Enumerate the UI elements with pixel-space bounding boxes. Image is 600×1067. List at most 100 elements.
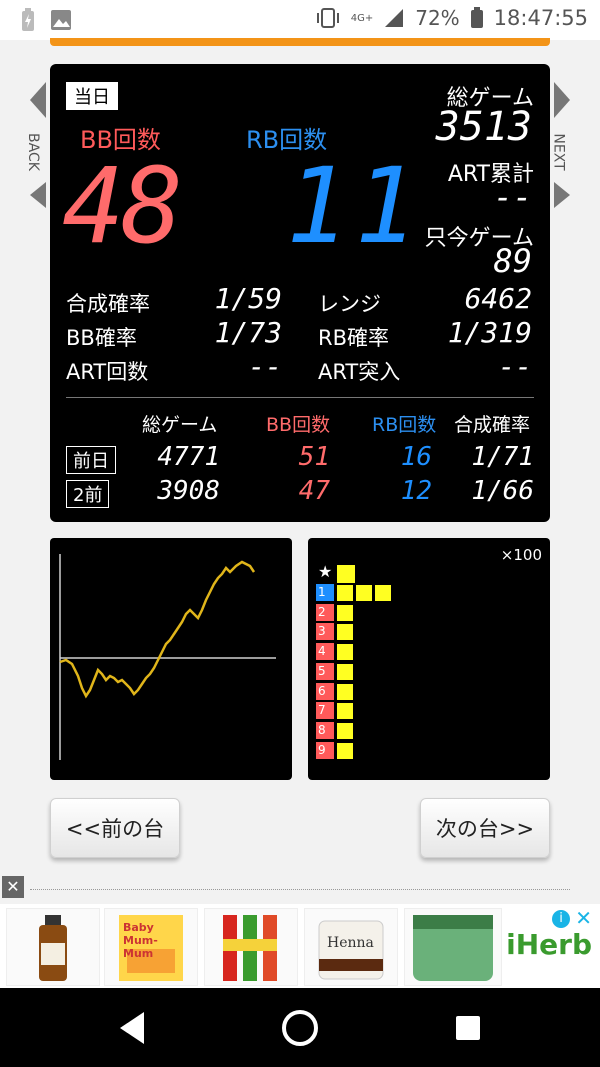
- bb-count: 48: [62, 145, 183, 267]
- history-bb: 47: [298, 476, 330, 506]
- data-panel: 当日 BB回数 RB回数 48 11 総ゲーム 3513 ART累計 -- 只今…: [50, 64, 550, 522]
- distribution-row-label: 5: [316, 662, 334, 680]
- image-icon: [51, 10, 71, 30]
- distribution-row-label: 6: [316, 682, 334, 700]
- recents-icon[interactable]: [448, 1008, 488, 1048]
- next-label: NEXT: [550, 133, 567, 171]
- battery-charging-icon: [22, 8, 34, 31]
- ad-product-oil[interactable]: [6, 908, 100, 986]
- distribution-block: [336, 643, 354, 662]
- distribution-row-label: 8: [316, 721, 334, 739]
- henna-label: Henna: [327, 935, 374, 951]
- history-bb: 51: [298, 442, 330, 472]
- battery-icon: [470, 7, 483, 28]
- bb-rate-label: BB確率: [66, 326, 137, 350]
- baby-snack-label: Baby Mum-Mum: [123, 921, 158, 960]
- ad-product-lipbalm[interactable]: [204, 908, 298, 986]
- slump-graph: [50, 538, 292, 780]
- distribution-block: [336, 682, 354, 701]
- chevron-up-icon: [30, 82, 46, 118]
- signal-icon: [385, 9, 404, 27]
- distribution-block: [336, 662, 354, 681]
- ad-product-henna[interactable]: Henna: [304, 908, 398, 986]
- distribution-block: [336, 721, 354, 740]
- ad-banner[interactable]: Baby Mum-Mum Henna i ✕ iHerb: [0, 904, 600, 988]
- range-label: レンジ: [318, 292, 381, 316]
- total-games-value: 3513: [435, 104, 532, 150]
- system-nav-bar: [0, 988, 600, 1067]
- distribution-block: [355, 584, 373, 602]
- history-header-rate: 合成確率: [454, 414, 531, 436]
- history-row-label: 2前: [66, 480, 110, 508]
- distribution-row-label: 4: [316, 643, 334, 661]
- back-icon[interactable]: [114, 1008, 154, 1048]
- bb-rate-value: 1/73: [214, 316, 282, 349]
- ad-divider: [30, 889, 570, 890]
- home-icon[interactable]: [278, 1006, 322, 1050]
- scrub-jar-icon: [413, 915, 493, 981]
- history-header-games: 総ゲーム: [142, 414, 218, 436]
- distribution-block: [336, 623, 354, 642]
- star-block: [336, 564, 356, 584]
- adchoices-icon[interactable]: i: [552, 910, 570, 928]
- distribution-row-label: 3: [316, 623, 334, 641]
- rb-rate-value: 1/319: [447, 316, 532, 349]
- art-entry-value: --: [498, 350, 532, 383]
- range-value: 6462: [464, 282, 532, 315]
- art-count-label: ART回数: [66, 360, 149, 384]
- vibrate-icon: [316, 8, 339, 28]
- history-games: 4771: [157, 442, 220, 472]
- ad-close-button[interactable]: ✕: [2, 876, 24, 898]
- history-rb: 12: [400, 476, 432, 506]
- chevron-down-icon: [554, 182, 570, 208]
- ad-product-baby[interactable]: Baby Mum-Mum: [104, 908, 198, 986]
- clock: 18:47:55: [493, 6, 588, 30]
- ad-dismiss-icon[interactable]: ✕: [575, 906, 592, 930]
- history-rb: 16: [400, 442, 432, 472]
- status-bar: 4G+ 72% 18:47:55: [0, 0, 600, 40]
- iherb-logo[interactable]: iHerb: [506, 928, 592, 961]
- rb-count: 11: [286, 145, 424, 267]
- multiplier-label: ×100: [500, 546, 542, 564]
- distribution-block: [336, 741, 354, 760]
- chevron-down-icon: [30, 182, 46, 208]
- distribution-row-label: 1: [316, 584, 334, 601]
- ad-product-scrub[interactable]: [404, 908, 502, 986]
- next-nav[interactable]: NEXT: [550, 80, 572, 210]
- distribution-block: [336, 584, 354, 602]
- combined-rate-value: 1/59: [214, 282, 282, 315]
- next-machine-button[interactable]: 次の台>>: [420, 798, 550, 858]
- network-type: 4G+: [350, 12, 374, 24]
- history-rate: 1/71: [471, 442, 534, 472]
- slump-graph-svg: [59, 554, 276, 760]
- art-count-value: --: [248, 350, 282, 383]
- today-badge: 当日: [66, 82, 118, 110]
- distribution-row-label: 2: [316, 603, 334, 621]
- lip-balm-icon: [223, 915, 277, 981]
- battery-percent: 72%: [415, 6, 460, 30]
- history-header-rb: RB回数: [372, 414, 437, 436]
- rb-rate-label: RB確率: [318, 326, 389, 350]
- back-label: BACK: [24, 133, 41, 171]
- art-total-value: --: [493, 178, 532, 216]
- prev-machine-button[interactable]: <<前の台: [50, 798, 180, 858]
- current-game-value: 89: [493, 242, 532, 280]
- history-games: 3908: [157, 476, 220, 506]
- divider: [66, 397, 534, 398]
- history-header-bb: BB回数: [266, 414, 331, 436]
- distribution-block: [336, 702, 354, 721]
- history-row-label: 前日: [66, 446, 116, 474]
- graph-line: [59, 560, 256, 699]
- distribution-row-label: 9: [316, 741, 334, 759]
- distribution-block: [336, 603, 354, 622]
- bonus-distribution-panel: ×100 ★ 1 2 3 45 6 78 9: [308, 538, 550, 780]
- back-nav[interactable]: BACK: [24, 80, 48, 210]
- distribution-block: [374, 584, 392, 602]
- distribution-row-label: 7: [316, 702, 334, 720]
- accent-bar: [50, 38, 550, 46]
- combined-rate-label: 合成確率: [66, 292, 150, 316]
- star-icon: ★: [318, 562, 333, 581]
- history-rate: 1/66: [471, 476, 534, 506]
- oil-bottle-icon: [39, 915, 67, 981]
- art-entry-label: ART突入: [318, 360, 401, 384]
